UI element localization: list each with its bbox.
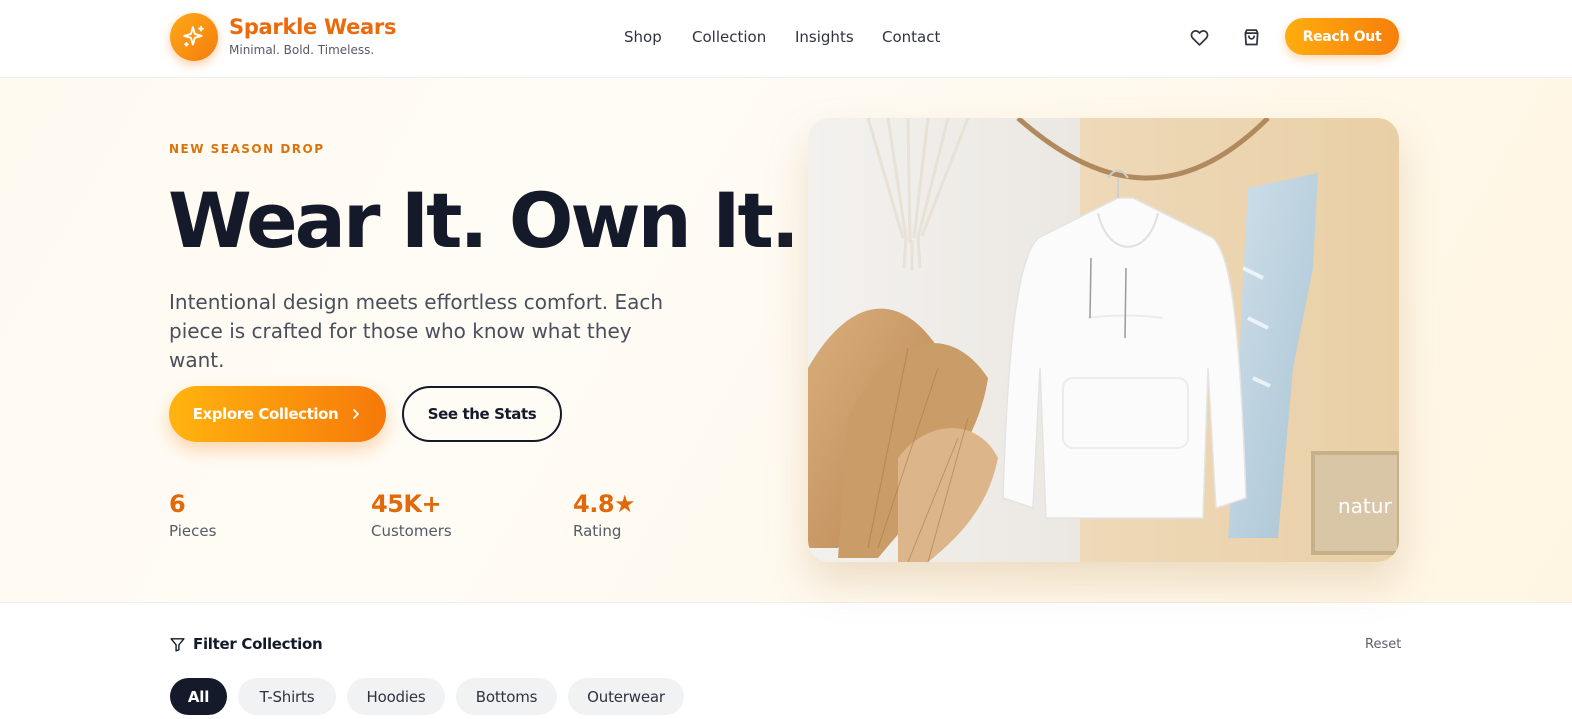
frame-text: natur	[1338, 494, 1392, 518]
filter-chip-all[interactable]: All	[170, 678, 227, 715]
filter-icon	[170, 638, 185, 652]
brand-tagline: Minimal. Bold. Timeless.	[229, 43, 375, 57]
brand-name[interactable]: Sparkle Wears	[229, 15, 396, 39]
hero-product-image: natur	[808, 118, 1399, 562]
site-header: Sparkle Wears Minimal. Bold. Timeless. S…	[0, 0, 1572, 78]
heart-icon	[1190, 29, 1208, 46]
stat-pieces-value: 6	[169, 490, 186, 518]
explore-collection-button[interactable]: Explore Collection	[169, 386, 386, 442]
filter-chip-bottoms[interactable]: Bottoms	[456, 678, 557, 715]
cart-button[interactable]	[1240, 26, 1262, 48]
wishlist-button[interactable]	[1188, 26, 1210, 48]
stat-rating-label: Rating	[573, 522, 622, 540]
hero-subtext: Intentional design meets effortless comf…	[169, 290, 664, 372]
filter-chip-tshirts[interactable]: T-Shirts	[238, 678, 336, 715]
reach-out-button[interactable]: Reach Out	[1285, 18, 1399, 55]
sparkle-icon	[183, 25, 204, 47]
stat-rating-value: 4.8★	[573, 490, 636, 518]
stat-customers-label: Customers	[371, 522, 452, 540]
logo-badge[interactable]	[170, 13, 218, 61]
stat-customers-value: 45K+	[371, 490, 442, 518]
filter-chip-hoodies[interactable]: Hoodies	[347, 678, 445, 715]
hero-section: NEW SEASON DROP Wear It. Own It. Intenti…	[0, 78, 1572, 603]
nav-contact[interactable]: Contact	[882, 28, 940, 46]
nav-shop[interactable]: Shop	[624, 28, 662, 46]
filter-chip-outerwear[interactable]: Outerwear	[568, 678, 684, 715]
shopping-bag-icon	[1244, 28, 1258, 45]
nav-collection[interactable]: Collection	[692, 28, 766, 46]
explore-collection-label: Explore Collection	[192, 405, 339, 423]
hero-eyebrow: NEW SEASON DROP	[169, 142, 325, 156]
see-stats-button[interactable]: See the Stats	[402, 386, 562, 442]
filter-collection-title: Filter Collection	[193, 635, 323, 653]
nav-insights[interactable]: Insights	[795, 28, 854, 46]
hero-headline: Wear It. Own It.	[168, 176, 800, 265]
reset-filter-button[interactable]: Reset	[1365, 637, 1401, 652]
chevron-right-icon	[353, 409, 360, 419]
stat-pieces-label: Pieces	[169, 522, 217, 540]
